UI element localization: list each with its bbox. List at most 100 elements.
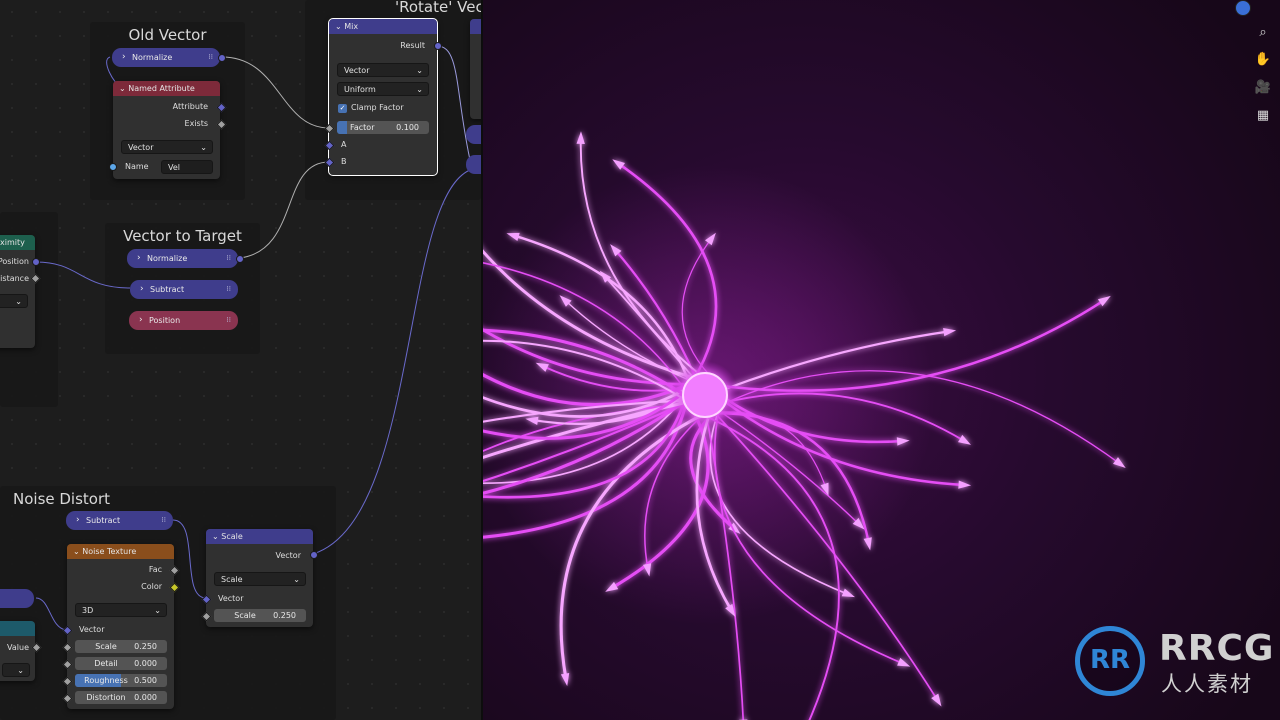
node-editor[interactable]: Old Vector 'Rotate' Vec Vector to Target…: [0, 0, 481, 720]
socket[interactable]: [218, 54, 226, 62]
zoom-icon[interactable]: ⌕: [1254, 24, 1272, 42]
grip-icon: ⁞⁞: [161, 516, 166, 524]
particle-arrowhead: [897, 657, 911, 667]
clamp-factor-checkbox[interactable]: ✓: [338, 104, 347, 113]
field-label: Factor: [350, 123, 375, 132]
position-node[interactable]: › Position ⁞⁞: [129, 311, 238, 330]
particle-arrowhead: [576, 131, 585, 144]
roughness-field[interactable]: Roughness 0.500: [75, 674, 167, 687]
input-vector: Vector: [218, 594, 244, 603]
socket[interactable]: [109, 163, 117, 171]
input-vector: Vector: [79, 625, 105, 634]
chevron-down-icon: ⌄: [154, 606, 161, 615]
partial-pill[interactable]: [0, 589, 34, 608]
partial-node[interactable]: [470, 19, 481, 119]
select-value: Vector: [344, 66, 370, 75]
chevron-down-icon: ⌄: [335, 22, 342, 31]
noise-texture-node[interactable]: ⌄ Noise Texture Fac Color 3D ⌄ Vector Sc…: [67, 544, 174, 709]
node-header: ⌄ Scale: [206, 529, 313, 544]
node-title: Subtract: [86, 516, 121, 525]
operation-select[interactable]: Scale ⌄: [214, 572, 306, 586]
node-header: ximity: [0, 235, 35, 250]
particle-arrowhead: [841, 588, 855, 598]
node-title: Position: [149, 316, 181, 325]
partial-pill[interactable]: [466, 155, 481, 174]
node-header: ⌄ Mix: [329, 19, 437, 34]
node-title: Normalize: [147, 254, 188, 263]
node-title: ximity: [0, 238, 25, 247]
hand-icon[interactable]: ✋: [1254, 51, 1272, 69]
output-result: Result: [400, 41, 425, 50]
link: [436, 45, 471, 161]
partial-pill[interactable]: [466, 125, 481, 144]
chevron-down-icon: ⌄: [119, 84, 126, 93]
grid-icon[interactable]: ▦: [1254, 107, 1272, 125]
field-value: 0.250: [134, 642, 157, 651]
chevron-down-icon: ⌄: [293, 575, 300, 584]
scale-field[interactable]: Scale 0.250: [214, 609, 306, 622]
factor-fill: [337, 121, 347, 134]
distortion-field[interactable]: Distortion 0.000: [75, 691, 167, 704]
field-value: 0.100: [396, 123, 419, 132]
chevron-down-icon: ⌄: [15, 297, 22, 306]
named-attribute-node[interactable]: ⌄ Named Attribute Attribute Exists Vecto…: [113, 81, 220, 179]
factor-mode-select[interactable]: Uniform ⌄: [337, 82, 429, 96]
dimensions-select[interactable]: 3D ⌄: [75, 603, 167, 617]
grip-icon: ⁞⁞: [226, 316, 231, 324]
chevron-down-icon: ⌄: [17, 666, 24, 675]
particle-arrowhead: [958, 480, 972, 489]
particle-arrowhead: [943, 328, 957, 337]
output-position: Position: [0, 257, 29, 266]
node-header: [0, 621, 35, 636]
socket[interactable]: [32, 258, 40, 266]
clamp-factor-label: Clamp Factor: [351, 103, 404, 112]
particle-render: [483, 131, 1126, 720]
grip-icon: ⁞⁞: [226, 254, 231, 262]
normalize-node[interactable]: › Normalize ⁞⁞: [112, 48, 220, 67]
vector-math-scale-node[interactable]: ⌄ Scale Vector Scale ⌄ Vector Scale 0.25…: [206, 529, 313, 627]
geometry-proximity-node[interactable]: ximity Position istance ⌄: [0, 235, 35, 348]
grip-icon: ⁞⁞: [208, 53, 213, 61]
chevron-down-icon: ⌄: [73, 547, 80, 556]
particle-arrowhead: [931, 693, 942, 707]
node-title: Named Attribute: [128, 84, 195, 93]
subtract-node[interactable]: › Subtract ⁞⁞: [130, 280, 238, 299]
link: [35, 597, 67, 631]
factor-field[interactable]: Factor 0.100: [337, 121, 429, 134]
name-input[interactable]: Vel: [161, 160, 213, 174]
socket[interactable]: [434, 42, 442, 50]
input-a: A: [341, 140, 347, 149]
node-header: ⌄ Noise Texture: [67, 544, 174, 559]
value-node[interactable]: Value ⌄: [0, 621, 35, 681]
socket[interactable]: [236, 255, 244, 263]
mix-node[interactable]: ⌄ Mix Result Vector ⌄ Uniform ⌄ ✓ Clamp …: [328, 18, 438, 176]
output-vector: Vector: [275, 551, 302, 560]
target-select[interactable]: ⌄: [0, 294, 28, 308]
output-color: Color: [141, 582, 162, 591]
field-value: 0.000: [134, 693, 157, 702]
mix-type-select[interactable]: Vector ⌄: [337, 63, 429, 77]
camera-icon[interactable]: 🎥: [1254, 79, 1272, 97]
particle-arrowhead: [560, 673, 570, 687]
socket[interactable]: [310, 551, 318, 559]
chevron-right-icon: ›: [140, 284, 144, 294]
link: [239, 161, 330, 259]
3d-viewport[interactable]: ⌕ ✋ 🎥 ▦ RR RRCG 人人素材: [483, 0, 1280, 720]
logo-brand: RRCG: [1159, 628, 1275, 669]
output-fac: Fac: [148, 565, 162, 574]
node-title: Normalize: [132, 53, 173, 62]
link: [221, 56, 330, 129]
normalize-node[interactable]: › Normalize ⁞⁞: [127, 249, 238, 268]
link: [312, 169, 471, 555]
chevron-down-icon: ⌄: [212, 532, 219, 541]
scale-field[interactable]: Scale 0.250: [75, 640, 167, 653]
value-select[interactable]: ⌄: [2, 663, 30, 677]
select-value: 3D: [82, 606, 94, 615]
navigation-gizmo-icon[interactable]: [1235, 0, 1251, 16]
watermark-logo: RR RRCG 人人素材: [1075, 622, 1273, 702]
node-title: Scale: [221, 532, 243, 541]
subtract-node[interactable]: › Subtract ⁞⁞: [66, 511, 173, 530]
detail-field[interactable]: Detail 0.000: [75, 657, 167, 670]
data-type-select[interactable]: Vector ⌄: [121, 140, 213, 154]
select-value: Vector: [128, 143, 154, 152]
